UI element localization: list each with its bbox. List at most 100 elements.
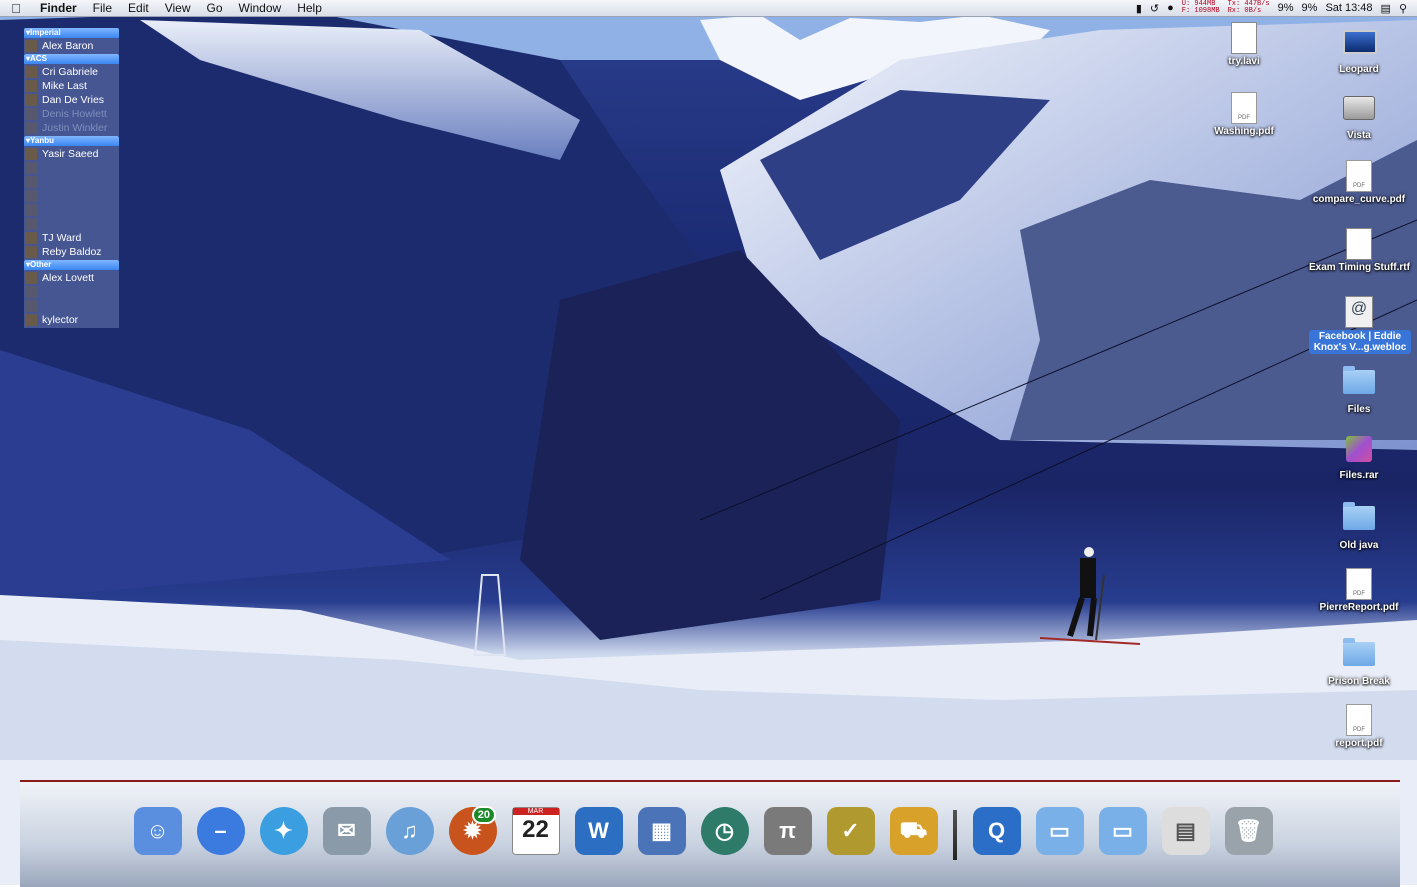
buddy-name: Justin Winkler: [42, 122, 108, 134]
buddy-avatar: [25, 40, 37, 52]
dock-time-machine[interactable]: ◷: [697, 802, 752, 860]
dock-latex[interactable]: π: [760, 802, 815, 860]
folder-icon: [1343, 366, 1375, 394]
dock-adium[interactable]: –: [193, 802, 248, 860]
cpu-meter-1[interactable]: 9%: [1278, 2, 1294, 14]
desktop-icon-pierre-report[interactable]: PierreReport.pdf: [1309, 568, 1409, 613]
buddy-group: Yasir Saeed TJ Ward Reby Baldoz: [24, 146, 119, 260]
desktop-icon-label: Facebook | Eddie Knox's V...g.webloc: [1309, 330, 1411, 354]
buddy-row[interactable]: Reby Baldoz: [24, 245, 119, 259]
buddy-row[interactable]: [24, 175, 119, 189]
menu-file[interactable]: File: [85, 1, 120, 15]
buddy-group-header[interactable]: ▾ACS: [24, 54, 119, 64]
time-machine-icon[interactable]: ↺: [1150, 2, 1159, 15]
desktop-icon-label: Washing.pdf: [1214, 126, 1274, 137]
dock-items: ☺ – ✦ ✉ ♫ ✹ 20 MAR 22 W ▦ ◷ π ✓ ⛟ Q ▭ ▭ ▤ …: [130, 802, 1276, 860]
dock-tasks[interactable]: ✓: [823, 802, 878, 860]
menu-app-name[interactable]: Finder: [32, 1, 85, 15]
desktop-icon-facebook-webloc[interactable]: @ Facebook | Eddie Knox's V...g.webloc: [1309, 296, 1411, 354]
user-switch-icon[interactable]: ▤: [1381, 2, 1391, 15]
buddy-name: Yasir Saeed: [42, 148, 99, 160]
unread-badge: 20: [471, 806, 496, 824]
desktop-icon-files[interactable]: Files: [1309, 364, 1409, 415]
buddy-row[interactable]: TJ Ward: [24, 231, 119, 245]
buddy-avatar: [25, 272, 37, 284]
dock-trash[interactable]: 🗑: [1221, 802, 1276, 860]
dock-itunes[interactable]: ♫: [382, 802, 437, 860]
dock-safari[interactable]: ✦: [256, 802, 311, 860]
buddy-group-header[interactable]: ▾Other: [24, 260, 119, 270]
dock-wordpress[interactable]: W: [571, 802, 626, 860]
dock-quicktime-mpeg[interactable]: Q: [969, 802, 1024, 860]
status-menus: ▮ ↺ ● U: 944MB F: 1098MB Tx: 447B/s Rx: …: [1136, 0, 1417, 16]
pdf-file-icon: [1346, 704, 1372, 736]
menu-go[interactable]: Go: [199, 1, 231, 15]
chat-bubble-icon: –: [196, 807, 245, 855]
dock-calculator-widget[interactable]: ▦: [634, 802, 689, 860]
dock-transmit[interactable]: ⛟: [886, 802, 941, 860]
buddy-row[interactable]: Denis Howlett: [24, 107, 119, 121]
music-note-icon: ♫: [385, 807, 434, 855]
buddy-row[interactable]: Yasir Saeed: [24, 147, 119, 161]
menu-help[interactable]: Help: [289, 1, 330, 15]
buddy-group-header[interactable]: ▾Imperial: [24, 28, 119, 38]
dock-calendar-doc[interactable]: ▤: [1158, 802, 1213, 860]
battery-icon[interactable]: ▮: [1136, 2, 1142, 15]
laptop-hd-icon: [1343, 30, 1377, 54]
buddy-row[interactable]: [24, 189, 119, 203]
dock-documents-stack[interactable]: ▭: [1032, 802, 1087, 860]
buddy-avatar: [25, 300, 37, 312]
buddy-row[interactable]: Dan De Vries: [24, 93, 119, 107]
network-stats[interactable]: Tx: 447B/s Rx: 0B/s: [1228, 1, 1270, 15]
apple-logo-icon[interactable]: : [0, 1, 32, 16]
menu-window[interactable]: Window: [231, 1, 290, 15]
buddy-row[interactable]: Alex Baron: [24, 39, 119, 53]
desktop-icon-leopard[interactable]: Leopard: [1309, 22, 1409, 75]
buddy-row[interactable]: [24, 203, 119, 217]
dock-ical[interactable]: MAR 22: [508, 802, 563, 860]
trash-icon: 🗑: [1224, 807, 1273, 855]
desktop-icon-washing[interactable]: Washing.pdf: [1194, 92, 1294, 137]
pdf-file-icon: [1231, 92, 1257, 124]
dock-mail[interactable]: ✉: [319, 802, 374, 860]
finder-icon: ☺: [133, 807, 182, 855]
cpu-meter-2[interactable]: 9%: [1302, 2, 1318, 14]
menu-view[interactable]: View: [157, 1, 199, 15]
desktop-icon-label: Vista: [1347, 130, 1371, 141]
buddy-row[interactable]: kylector: [24, 313, 119, 327]
desktop-icon-try-lavi[interactable]: try.lavi: [1194, 22, 1294, 67]
buddy-row[interactable]: Justin Winkler: [24, 121, 119, 135]
dock-downloads-stack[interactable]: ▭: [1095, 802, 1150, 860]
buddy-avatar: [25, 218, 37, 230]
desktop-icon-files-rar[interactable]: Files.rar: [1309, 432, 1409, 481]
buddy-avatar: [25, 176, 37, 188]
desktop-icon-label: PierreReport.pdf: [1319, 602, 1399, 613]
memory-icon[interactable]: ●: [1167, 2, 1174, 14]
folder-stack-icon: ▭: [1035, 807, 1084, 855]
clock[interactable]: Sat 13:48: [1325, 2, 1372, 14]
desktop-icon-vista[interactable]: Vista: [1309, 90, 1409, 141]
buddy-group-header[interactable]: ▾Yanbu: [24, 136, 119, 146]
buddy-row[interactable]: [24, 285, 119, 299]
buddy-avatar: [25, 232, 37, 244]
buddy-row[interactable]: [24, 217, 119, 231]
desktop-icon-label: Prison Break: [1328, 676, 1390, 687]
spotlight-search-icon[interactable]: ⚲: [1399, 2, 1407, 15]
dock-finder[interactable]: ☺: [130, 802, 185, 860]
folder-stack-icon: ▭: [1098, 807, 1147, 855]
desktop-icon-exam-timing[interactable]: Exam Timing Stuff.rtf: [1309, 228, 1410, 273]
menu-edit[interactable]: Edit: [120, 1, 157, 15]
buddy-row[interactable]: Mike Last: [24, 79, 119, 93]
desktop-icon-old-java[interactable]: Old java: [1309, 500, 1409, 551]
buddy-row[interactable]: Cri Gabriele: [24, 65, 119, 79]
memory-stats[interactable]: U: 944MB F: 1098MB: [1182, 1, 1220, 15]
dock: ☺ – ✦ ✉ ♫ ✹ 20 MAR 22 W ▦ ◷ π ✓ ⛟ Q ▭ ▭ ▤ …: [0, 740, 1417, 887]
buddy-avatar: [25, 80, 37, 92]
desktop-icon-prison-break[interactable]: Prison Break: [1309, 636, 1409, 687]
calendar-day: 22: [522, 816, 549, 843]
buddy-row[interactable]: [24, 161, 119, 175]
buddy-row[interactable]: Alex Lovett: [24, 271, 119, 285]
dock-firefox[interactable]: ✹ 20: [445, 802, 500, 860]
desktop-icon-compare-curve[interactable]: compare_curve.pdf: [1309, 160, 1409, 205]
buddy-row[interactable]: [24, 299, 119, 313]
